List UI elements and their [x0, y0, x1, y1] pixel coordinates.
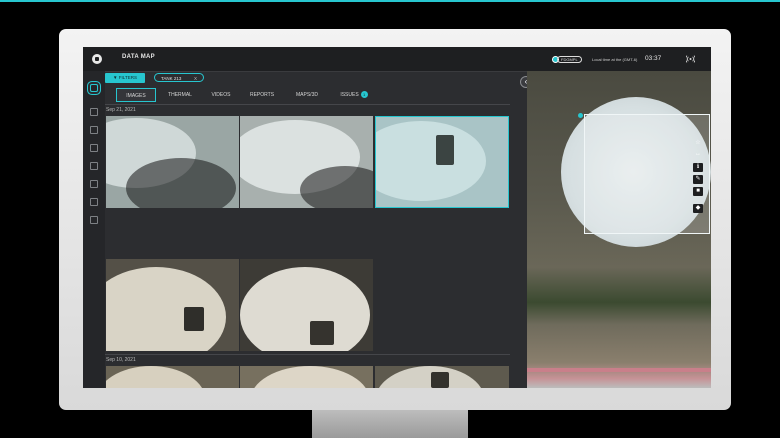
top-bar: DATA MAP FDGMPL Local time at the (GMT-6…: [83, 47, 711, 72]
info-icon[interactable]: ℹ: [693, 163, 703, 172]
monitor-stand: [312, 410, 468, 438]
rail-images-icon[interactable]: [90, 108, 98, 116]
tab-issues[interactable]: ISSUES 1: [331, 88, 377, 102]
rail-layers-icon[interactable]: [90, 162, 98, 170]
rail-users-icon[interactable]: [90, 144, 98, 152]
satellite-map[interactable]: ☆ ↔ ℹ ✎ ■ ◆: [527, 71, 711, 388]
image-thumb[interactable]: [106, 259, 239, 351]
app-title: DATA MAP: [122, 54, 155, 60]
expand-icon[interactable]: ↔: [693, 150, 703, 159]
tab-videos[interactable]: VIDEOS: [204, 88, 238, 102]
star-icon[interactable]: ☆: [693, 139, 703, 148]
image-thumb[interactable]: [106, 116, 239, 208]
image-thumb[interactable]: [375, 366, 509, 388]
rail-chart-icon[interactable]: [90, 126, 98, 134]
rail-filter-icon[interactable]: [90, 84, 98, 92]
tank-filter-chip[interactable]: TANK 213 X: [154, 73, 204, 82]
media-tabs: IMAGES THERMAL VIDEOS REPORTS MAPS/3D IS…: [105, 87, 525, 104]
filter-row: ▼ FILTERS TANK 213 X: [105, 71, 525, 87]
rail-calendar-icon[interactable]: [90, 216, 98, 224]
user-badge[interactable]: FDGMPL: [552, 55, 582, 63]
broadcast-icon[interactable]: [686, 55, 695, 63]
local-time-label: Local time at the (GMT-6): [592, 57, 638, 62]
top-accent-line: [0, 0, 780, 2]
pencil-icon[interactable]: ✎: [693, 175, 703, 184]
issues-count-badge: 1: [360, 91, 368, 99]
selection-box[interactable]: [584, 114, 710, 234]
chip-close-icon[interactable]: X: [194, 74, 197, 83]
clock: 03:37: [645, 55, 662, 62]
section-date-1: Sep 21, 2021: [105, 104, 510, 115]
image-thumb[interactable]: [240, 366, 373, 388]
tab-images[interactable]: IMAGES: [116, 88, 156, 102]
image-thumb[interactable]: [240, 259, 373, 351]
app-screen: DATA MAP FDGMPL Local time at the (GMT-6…: [83, 47, 711, 388]
tab-reports[interactable]: REPORTS: [242, 88, 282, 102]
image-thumb-selected[interactable]: [375, 116, 509, 208]
image-thumb[interactable]: [240, 116, 373, 208]
railway-strip: [527, 368, 711, 372]
app-logo-icon[interactable]: [92, 54, 102, 64]
image-gallery: Sep 21, 2021 Sep 10, 2021: [105, 104, 525, 388]
section-date-2: Sep 10, 2021: [105, 354, 510, 365]
filters-button[interactable]: ▼ FILTERS: [105, 73, 145, 83]
tank-chip-label: TANK 213: [161, 76, 182, 81]
tab-maps-3d[interactable]: MAPS/3D: [287, 88, 327, 102]
layers-icon[interactable]: ◆: [693, 204, 703, 213]
map-marker-icon[interactable]: [578, 113, 583, 118]
tab-thermal[interactable]: THERMAL: [160, 88, 200, 102]
rail-link-icon[interactable]: [90, 198, 98, 206]
rail-document-icon[interactable]: [90, 180, 98, 188]
trash-icon[interactable]: ■: [693, 187, 703, 196]
filter-funnel-icon: ▼: [113, 75, 118, 80]
image-thumb[interactable]: [106, 366, 239, 388]
badge-text: FDGMPL: [557, 55, 582, 63]
side-rail: [83, 71, 105, 388]
filters-button-label: FILTERS: [118, 75, 137, 80]
